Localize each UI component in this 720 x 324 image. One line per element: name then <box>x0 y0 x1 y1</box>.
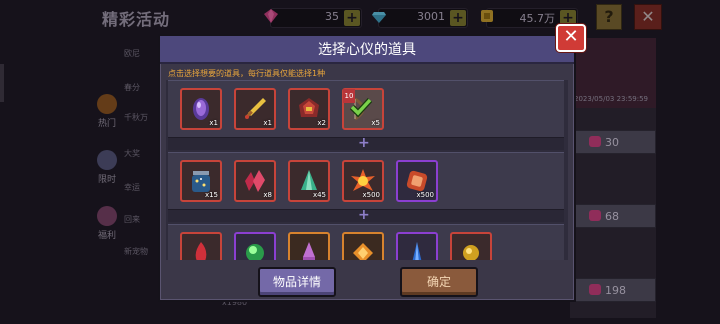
dialog-title: 选择心仪的道具 <box>318 42 416 58</box>
item-slot[interactable]: x15 <box>180 160 222 202</box>
item-count: x1 <box>263 119 272 127</box>
row-separator: + <box>168 207 564 223</box>
item-slot[interactable]: x8 <box>234 160 276 202</box>
item-count: x500 <box>416 191 434 199</box>
item-slot[interactable] <box>180 232 222 260</box>
item-rows[interactable]: x1 x1 x2 10 x5 + x15 x8 x45 x500 x500 + <box>166 80 568 260</box>
item-row-3 <box>168 224 564 260</box>
pink-potion-icon <box>303 242 315 260</box>
row-separator: + <box>168 135 564 151</box>
item-select-dialog: 选择心仪的道具 点击选择想要的道具，每行道具仅能选择1种 x1 x1 x2 10… <box>158 34 576 302</box>
item-slot[interactable]: x500 <box>342 160 384 202</box>
dialog-header: 选择心仪的道具 <box>160 36 574 64</box>
red-flame-icon <box>195 242 207 260</box>
close-dialog-button[interactable]: ✕ <box>556 24 586 52</box>
gold-nugget-icon <box>463 245 479 260</box>
item-count: x5 <box>371 119 380 127</box>
plus-icon: + <box>358 207 370 223</box>
confirm-button[interactable]: 确定 <box>400 267 478 297</box>
item-details-button[interactable]: 物品详情 <box>258 267 336 297</box>
item-slot[interactable]: x2 <box>288 88 330 130</box>
item-slot[interactable]: x500 <box>396 160 438 202</box>
check-icon <box>349 97 373 118</box>
item-row-1: x1 x1 x2 10 x5 <box>168 80 564 138</box>
amber-gem-icon <box>353 243 373 260</box>
plus-icon: + <box>358 135 370 151</box>
item-count: x15 <box>204 191 218 199</box>
blue-shard-icon <box>412 242 422 260</box>
item-slot[interactable] <box>342 232 384 260</box>
item-slot[interactable] <box>396 232 438 260</box>
green-orb-icon <box>246 244 264 260</box>
item-slot[interactable] <box>450 232 492 260</box>
item-count: x8 <box>263 191 272 199</box>
item-slot-selected[interactable]: 10 x5 <box>342 88 384 130</box>
item-slot[interactable]: x45 <box>288 160 330 202</box>
item-slot[interactable] <box>288 232 330 260</box>
item-count: x2 <box>317 119 326 127</box>
item-count: x1 <box>209 119 218 127</box>
item-slot[interactable]: x1 <box>234 88 276 130</box>
item-count: x45 <box>312 191 326 199</box>
dialog-instruction: 点击选择想要的道具，每行道具仅能选择1种 <box>168 69 326 78</box>
item-slot[interactable] <box>234 232 276 260</box>
item-count: x500 <box>362 191 380 199</box>
item-row-2: x15 x8 x45 x500 x500 <box>168 152 564 210</box>
item-slot[interactable]: x1 <box>180 88 222 130</box>
